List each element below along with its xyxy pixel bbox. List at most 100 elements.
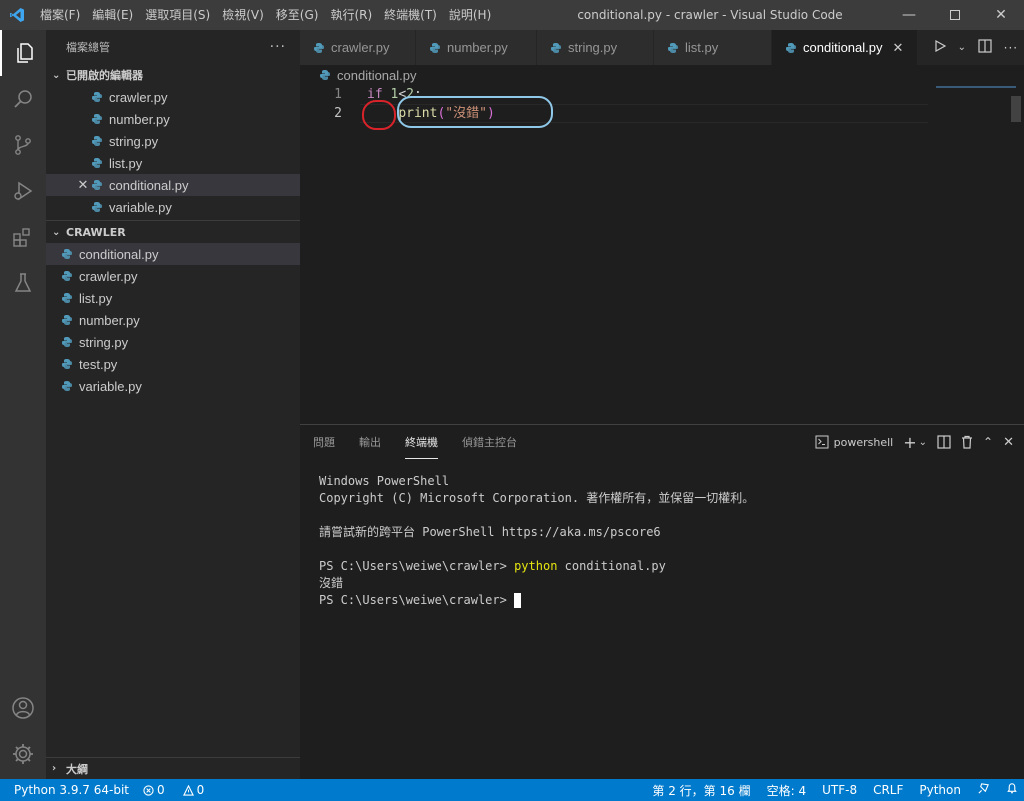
terminal-line: PS C:\Users\weiwe\crawler> python condit… [319, 558, 754, 575]
tab-debug-console[interactable]: 偵錯主控台 [462, 426, 517, 458]
line-number: 1 [334, 87, 342, 102]
language-mode[interactable]: Python [919, 783, 961, 797]
maximize-panel-icon[interactable]: ⌃ [983, 435, 993, 449]
file-label: string.py [79, 334, 129, 350]
folder-section[interactable]: ⌄ CRAWLER [46, 221, 300, 243]
warning-icon [182, 784, 194, 796]
python-file-icon [90, 178, 104, 192]
minimap[interactable] [936, 86, 1016, 88]
file-item[interactable]: test.py [46, 353, 300, 375]
terminal-line: 請嘗試新的跨平台 PowerShell https://aka.ms/pscor… [319, 525, 661, 539]
close-tab-icon[interactable]: ✕ [893, 40, 904, 56]
python-interpreter[interactable]: Python 3.9.7 64-bit [14, 783, 129, 797]
tab-crawler[interactable]: crawler.py [300, 30, 416, 65]
split-terminal-icon[interactable] [937, 435, 951, 449]
tab-list[interactable]: list.py [654, 30, 772, 65]
maximize-icon[interactable] [932, 0, 978, 30]
python-file-icon [90, 112, 104, 126]
tab-string[interactable]: string.py [537, 30, 654, 65]
python-file-icon [312, 41, 326, 55]
file-item[interactable]: number.py [46, 309, 300, 331]
file-item-active[interactable]: conditional.py [46, 243, 300, 265]
open-editor-item[interactable]: string.py [46, 130, 300, 152]
bottom-panel: 問題 輸出 終端機 偵錯主控台 powershell + ⌄ ⌃ ✕ Windo… [300, 424, 1024, 779]
open-editor-item[interactable]: variable.py [46, 196, 300, 218]
file-item[interactable]: list.py [46, 287, 300, 309]
code-line-current: 2 print("沒錯") [300, 104, 940, 123]
outline-section[interactable]: › 大綱 [46, 757, 300, 779]
tab-output[interactable]: 輸出 [359, 426, 381, 458]
python-file-icon [60, 379, 74, 393]
run-debug-icon[interactable] [0, 168, 46, 214]
error-icon [143, 784, 154, 796]
explorer-sidebar: 檔案總管 ··· ⌄ 已開啟的編輯器 crawler.py number.py … [46, 30, 300, 779]
terminal-line: 沒錯 [319, 576, 344, 590]
notifications-bell-icon[interactable] [1006, 782, 1018, 798]
search-icon[interactable] [0, 76, 46, 122]
menu-file[interactable]: 檔案(F) [34, 0, 86, 30]
more-actions-icon[interactable]: ··· [270, 39, 286, 55]
python-file-icon [428, 41, 442, 55]
minimize-icon[interactable]: — [886, 0, 932, 30]
python-file-icon [60, 269, 74, 283]
file-item[interactable]: string.py [46, 331, 300, 353]
menu-terminal[interactable]: 終端機(T) [378, 0, 443, 30]
file-label: crawler.py [79, 268, 138, 284]
source-control-icon[interactable] [0, 122, 46, 168]
run-python-file-icon[interactable] [934, 39, 947, 55]
python-file-icon [60, 313, 74, 327]
extensions-icon[interactable] [0, 214, 46, 260]
close-panel-icon[interactable]: ✕ [1003, 435, 1014, 450]
tab-number[interactable]: number.py [416, 30, 537, 65]
editor-scrollbar[interactable] [1011, 96, 1021, 122]
tab-label: string.py [568, 40, 618, 55]
open-editor-label: string.py [109, 133, 159, 149]
menu-edit[interactable]: 編輯(E) [86, 0, 139, 30]
file-label: conditional.py [79, 246, 159, 262]
title-bar: 檔案(F) 編輯(E) 選取項目(S) 檢視(V) 移至(G) 執行(R) 終端… [0, 0, 1024, 30]
open-editor-item-active[interactable]: ✕ conditional.py [46, 174, 300, 196]
cursor-position[interactable]: 第 2 行，第 16 欄 [652, 782, 750, 799]
open-editor-item[interactable]: number.py [46, 108, 300, 130]
tab-conditional-active[interactable]: conditional.py ✕ [772, 30, 918, 65]
trash-icon[interactable] [961, 435, 973, 449]
indentation[interactable]: 空格: 4 [767, 782, 807, 799]
new-terminal-icon[interactable]: + [903, 433, 916, 452]
file-item[interactable]: variable.py [46, 375, 300, 397]
open-editor-item[interactable]: crawler.py [46, 86, 300, 108]
code-editor[interactable]: 1 if 1<2: 2 print("沒錯") [300, 85, 1012, 420]
chevron-down-icon[interactable]: ⌄ [958, 42, 966, 53]
file-label: test.py [79, 356, 118, 372]
close-icon[interactable]: ✕ [978, 0, 1024, 30]
end-of-line[interactable]: CRLF [873, 783, 903, 797]
menu-help[interactable]: 說明(H) [443, 0, 497, 30]
encoding[interactable]: UTF-8 [822, 783, 857, 797]
settings-gear-icon[interactable] [0, 731, 46, 777]
terminal-output[interactable]: Windows PowerShell Copyright (C) Microso… [319, 473, 754, 609]
command: python [514, 559, 558, 573]
tab-problems[interactable]: 問題 [313, 426, 335, 458]
menu-view[interactable]: 檢視(V) [216, 0, 270, 30]
menu-go[interactable]: 移至(G) [270, 0, 325, 30]
open-editor-label: crawler.py [109, 89, 168, 105]
python-file-icon [60, 335, 74, 349]
split-editor-icon[interactable] [978, 39, 992, 56]
breadcrumb[interactable]: conditional.py [300, 65, 1020, 85]
close-editor-icon[interactable]: ✕ [76, 177, 90, 193]
open-editors-label: 已開啟的編輯器 [66, 69, 143, 82]
feedback-icon[interactable] [977, 782, 990, 798]
menu-run[interactable]: 執行(R) [324, 0, 378, 30]
open-editor-item[interactable]: list.py [46, 152, 300, 174]
accounts-icon[interactable] [0, 685, 46, 731]
tab-terminal[interactable]: 終端機 [405, 426, 438, 459]
explorer-icon[interactable] [0, 30, 46, 76]
menu-selection[interactable]: 選取項目(S) [139, 0, 216, 30]
terminal-selector[interactable]: powershell [815, 435, 893, 449]
python-file-icon [90, 200, 104, 214]
more-actions-icon[interactable]: ··· [1004, 41, 1018, 55]
problems-status[interactable]: 0 0 [143, 783, 218, 797]
open-editors-section[interactable]: ⌄ 已開啟的編輯器 [46, 64, 300, 86]
chevron-down-icon[interactable]: ⌄ [919, 437, 927, 448]
file-item[interactable]: crawler.py [46, 265, 300, 287]
testing-flask-icon[interactable] [0, 260, 46, 306]
